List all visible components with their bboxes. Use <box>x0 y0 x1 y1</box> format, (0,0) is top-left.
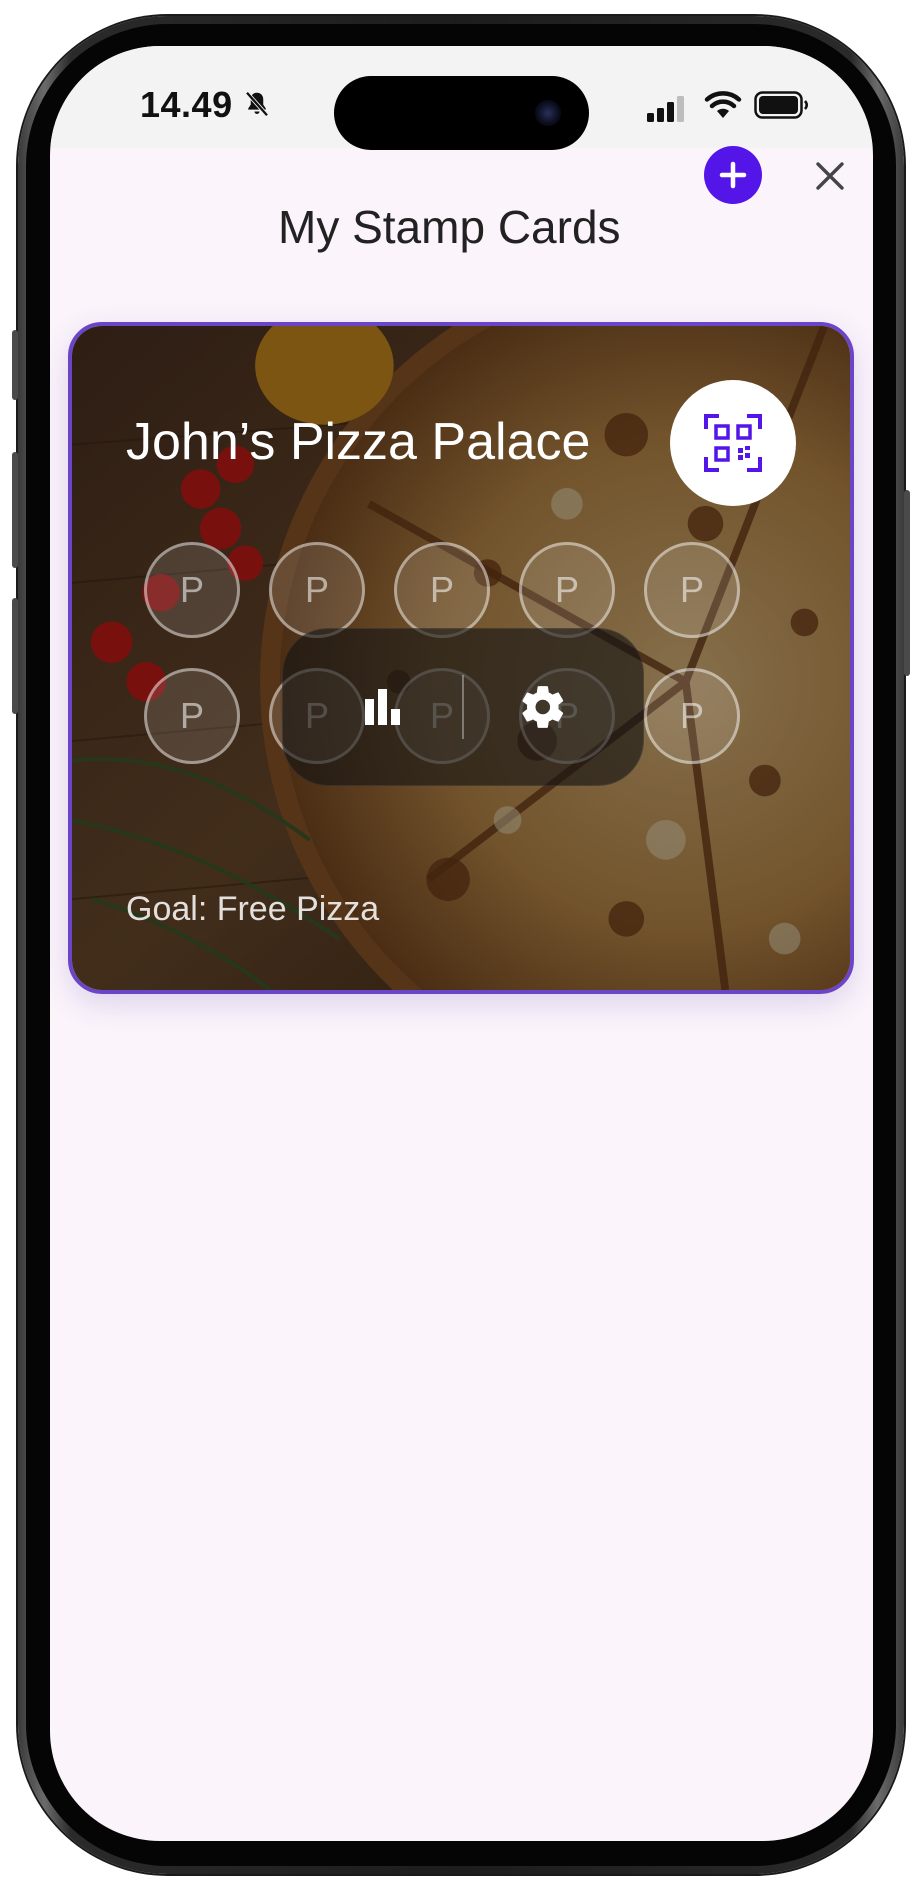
card-business-name: John’s Pizza Palace <box>126 413 591 471</box>
wifi-icon <box>704 90 742 125</box>
stamp-slot: P <box>144 542 240 638</box>
volume-down-button <box>12 598 18 714</box>
stamp-slot: P <box>519 542 615 638</box>
bar-chart-icon <box>365 689 400 725</box>
card-actions-pill <box>282 628 644 786</box>
stamp-slot: P <box>644 542 740 638</box>
action-button <box>12 330 18 400</box>
actions-divider <box>462 675 464 739</box>
qr-code-icon <box>704 414 762 472</box>
battery-icon <box>754 91 810 124</box>
stamp-slot: P <box>144 668 240 764</box>
camera-lens <box>535 100 561 126</box>
dynamic-island <box>334 76 589 150</box>
page-title: My Stamp Cards <box>278 201 621 253</box>
stamp-card[interactable]: John’s Pizza Palace P P P P P P P P P <box>68 322 854 994</box>
cellular-signal-icon <box>647 96 687 127</box>
statistics-button[interactable] <box>343 667 423 747</box>
card-goal: Goal: Free Pizza <box>126 890 380 928</box>
status-bar: 14.49 <box>50 46 873 150</box>
settings-button[interactable] <box>503 667 583 747</box>
add-card-button[interactable] <box>704 146 762 204</box>
gear-icon <box>522 686 564 728</box>
volume-up-button <box>12 452 18 568</box>
power-button <box>904 490 910 676</box>
qr-code-button[interactable] <box>670 380 796 506</box>
bell-slash-icon <box>242 89 272 124</box>
stamp-slot: P <box>644 668 740 764</box>
close-icon <box>816 162 844 190</box>
plus-icon <box>719 161 747 189</box>
status-time: 14.49 <box>140 84 233 125</box>
app-screen: 14.49 My Stamp Cards John’s Pizza Palace… <box>50 46 873 1841</box>
close-button[interactable] <box>810 156 850 196</box>
stamp-slot: P <box>394 542 490 638</box>
stamp-slot: P <box>269 542 365 638</box>
